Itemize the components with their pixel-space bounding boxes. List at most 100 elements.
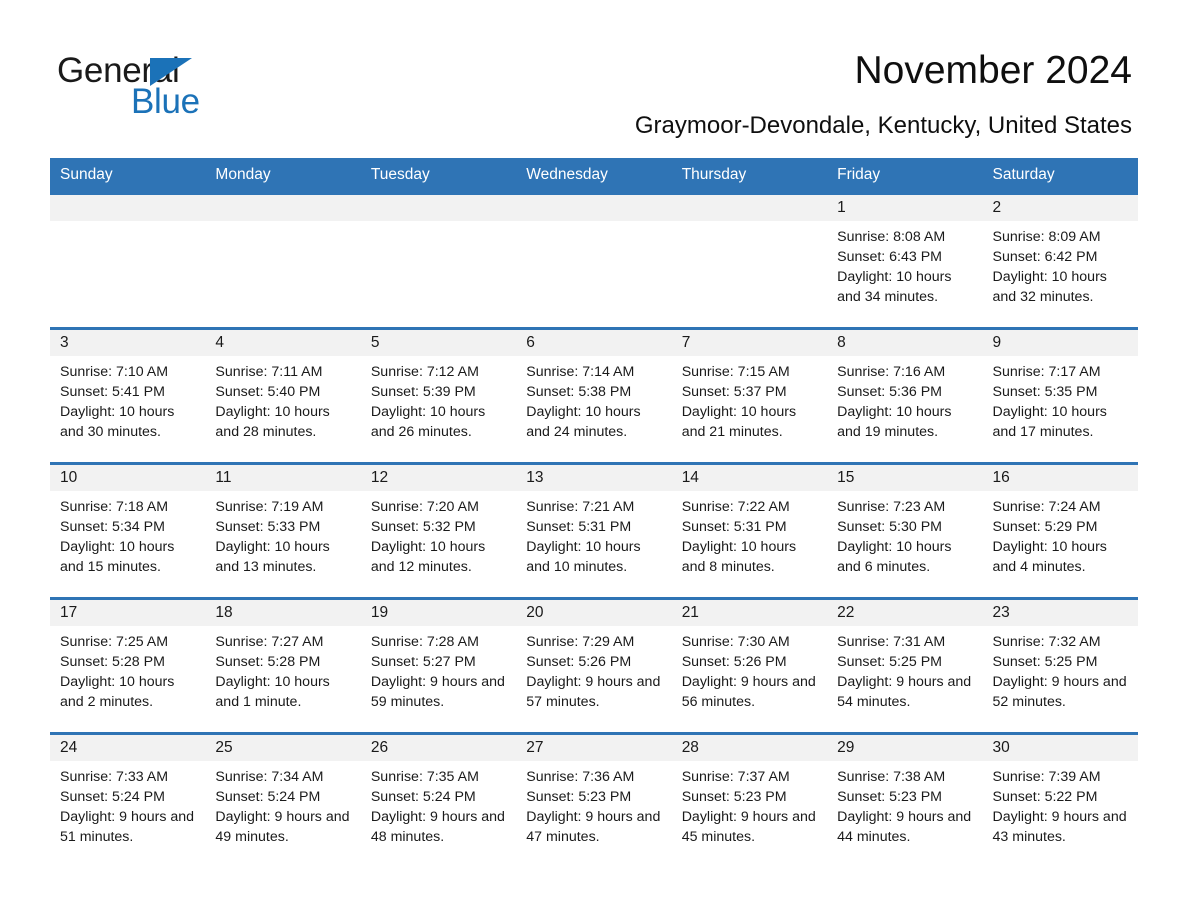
calendar-week-row: 10 Sunrise: 7:18 AM Sunset: 5:34 PM Dayligh… xyxy=(50,462,1138,599)
daylight-text: Daylight: 10 hours and 34 minutes. xyxy=(837,269,952,305)
sunrise-text: Sunrise: 7:25 AM xyxy=(60,634,169,650)
daylight-text: Daylight: 9 hours and 56 minutes. xyxy=(681,674,816,710)
day-cell[interactable] xyxy=(671,192,828,329)
sunset-text: Sunset: 5:28 PM xyxy=(60,654,165,670)
day-number: 15 xyxy=(837,469,855,486)
day-number: 24 xyxy=(60,739,78,756)
day-cell[interactable]: 2 Sunrise: 8:09 AM Sunset: 6:42 PM Daylight… xyxy=(982,192,1138,329)
sunrise-text: Sunrise: 7:10 AM xyxy=(60,364,169,380)
sunset-text: Sunset: 5:40 PM xyxy=(215,384,321,400)
daylight-text: Daylight: 10 hours and 2 minutes. xyxy=(60,674,175,710)
sunset-text: Sunset: 5:31 PM xyxy=(526,519,632,535)
day-cell[interactable]: 19 Sunrise: 7:28 AM Sunset: 5:27 PM Dayligh… xyxy=(360,597,517,734)
sunset-text: Sunset: 5:24 PM xyxy=(370,789,476,805)
day-cell[interactable]: 13 Sunrise: 7:21 AM Sunset: 5:31 PM Dayligh… xyxy=(516,462,672,599)
day-cell[interactable]: 25 Sunrise: 7:34 AM Sunset: 5:24 PM Dayligh… xyxy=(205,732,361,867)
day-number: 5 xyxy=(370,334,380,351)
day-cell[interactable]: 12 Sunrise: 7:20 AM Sunset: 5:32 PM Dayligh… xyxy=(360,462,517,599)
sunrise-text: Sunrise: 7:39 AM xyxy=(992,769,1101,785)
logo-text-blue: Blue xyxy=(131,82,200,121)
daylight-text: Daylight: 9 hours and 54 minutes. xyxy=(837,674,972,710)
daylight-text: Daylight: 9 hours and 44 minutes. xyxy=(837,809,972,845)
sunset-text: Sunset: 5:23 PM xyxy=(526,789,632,805)
sunrise-text: Sunrise: 8:08 AM xyxy=(837,229,946,245)
day-cell[interactable]: 4 Sunrise: 7:11 AM Sunset: 5:40 PM Daylight… xyxy=(205,327,361,464)
sunset-text: Sunset: 5:26 PM xyxy=(681,654,787,670)
sunset-text: Sunset: 5:32 PM xyxy=(370,519,476,535)
day-cell[interactable]: 7 Sunrise: 7:15 AM Sunset: 5:37 PM Daylight… xyxy=(671,327,828,464)
daylight-text: Daylight: 9 hours and 49 minutes. xyxy=(215,809,350,845)
sunset-text: Sunset: 5:36 PM xyxy=(837,384,942,400)
sunset-text: Sunset: 5:25 PM xyxy=(992,654,1098,670)
day-cell[interactable]: 24 Sunrise: 7:33 AM Sunset: 5:24 PM Dayligh… xyxy=(50,732,206,867)
day-cell[interactable]: 6 Sunrise: 7:14 AM Sunset: 5:38 PM Daylight… xyxy=(516,327,672,464)
daylight-text: Daylight: 9 hours and 57 minutes. xyxy=(526,674,661,710)
day-cell[interactable]: 27 Sunrise: 7:36 AM Sunset: 5:23 PM Dayligh… xyxy=(516,732,672,867)
daylight-text: Daylight: 10 hours and 10 minutes. xyxy=(526,539,641,575)
sunrise-text: Sunrise: 7:32 AM xyxy=(992,634,1101,650)
sunset-text: Sunset: 5:41 PM xyxy=(60,384,165,400)
daylight-text: Daylight: 10 hours and 15 minutes. xyxy=(60,539,175,575)
sunrise-text: Sunrise: 7:27 AM xyxy=(215,634,324,650)
day-number: 22 xyxy=(837,604,855,621)
day-cell[interactable]: 26 Sunrise: 7:35 AM Sunset: 5:24 PM Dayligh… xyxy=(360,732,517,867)
day-number: 10 xyxy=(60,469,78,486)
day-cell[interactable]: 3 Sunrise: 7:10 AM Sunset: 5:41 PM Daylight… xyxy=(50,327,206,464)
day-number: 19 xyxy=(370,604,389,621)
day-number: 23 xyxy=(992,604,1010,621)
day-cell[interactable]: 28 Sunrise: 7:37 AM Sunset: 5:23 PM Dayligh… xyxy=(671,732,828,867)
sunrise-text: Sunrise: 7:15 AM xyxy=(681,364,790,380)
day-number: 2 xyxy=(992,199,1002,216)
sunrise-text: Sunrise: 7:33 AM xyxy=(60,769,169,785)
sunrise-text: Sunrise: 7:37 AM xyxy=(681,769,790,785)
day-cell[interactable]: 22 Sunrise: 7:31 AM Sunset: 5:25 PM Dayligh… xyxy=(827,597,983,734)
day-cell[interactable]: 9 Sunrise: 7:17 AM Sunset: 5:35 PM Daylight… xyxy=(982,327,1138,464)
daylight-text: Daylight: 9 hours and 51 minutes. xyxy=(60,809,195,845)
daylight-text: Daylight: 10 hours and 17 minutes. xyxy=(992,404,1107,440)
calendar-body: 1 Sunrise: 8:08 AM Sunset: 6:43 PM Daylight… xyxy=(50,192,1138,867)
day-cell[interactable] xyxy=(360,192,517,329)
day-cell[interactable]: 16 Sunrise: 7:24 AM Sunset: 5:29 PM Dayligh… xyxy=(982,462,1138,599)
day-cell[interactable]: 10 Sunrise: 7:18 AM Sunset: 5:34 PM Dayligh… xyxy=(50,462,206,599)
sunrise-text: Sunrise: 7:19 AM xyxy=(215,499,324,515)
day-number: 17 xyxy=(60,604,78,621)
weekday-header-sunday: Sunday xyxy=(50,158,206,194)
sunrise-text: Sunrise: 7:14 AM xyxy=(526,364,635,380)
day-number: 16 xyxy=(992,469,1010,486)
day-cell[interactable]: 20 Sunrise: 7:29 AM Sunset: 5:26 PM Dayligh… xyxy=(516,597,672,734)
day-number: 30 xyxy=(992,739,1010,756)
day-cell[interactable]: 11 Sunrise: 7:19 AM Sunset: 5:33 PM Dayligh… xyxy=(205,462,361,599)
weekday-header-thursday: Thursday xyxy=(671,158,828,194)
daylight-text: Daylight: 10 hours and 6 minutes. xyxy=(837,539,952,575)
daylight-text: Daylight: 10 hours and 30 minutes. xyxy=(60,404,175,440)
page-header: General Blue November 2024 Graymoor-Devo… xyxy=(0,0,1188,158)
page-subtitle: Graymoor-Devondale, Kentucky, United Sta… xyxy=(634,112,1132,139)
sunset-text: Sunset: 6:42 PM xyxy=(992,249,1098,265)
sunset-text: Sunset: 5:26 PM xyxy=(526,654,632,670)
day-cell[interactable]: 17 Sunrise: 7:25 AM Sunset: 5:28 PM Dayligh… xyxy=(50,597,206,734)
sunrise-text: Sunrise: 7:34 AM xyxy=(215,769,324,785)
day-cell[interactable]: 30 Sunrise: 7:39 AM Sunset: 5:22 PM Dayligh… xyxy=(982,732,1138,867)
daylight-text: Daylight: 9 hours and 45 minutes. xyxy=(681,809,816,845)
calendar-week-row: 24 Sunrise: 7:33 AM Sunset: 5:24 PM Dayligh… xyxy=(50,732,1138,867)
day-cell[interactable]: 23 Sunrise: 7:32 AM Sunset: 5:25 PM Dayligh… xyxy=(982,597,1138,734)
sunrise-text: Sunrise: 7:17 AM xyxy=(992,364,1101,380)
day-cell[interactable]: 29 Sunrise: 7:38 AM Sunset: 5:23 PM Dayligh… xyxy=(827,732,983,867)
day-cell[interactable]: 8 Sunrise: 7:16 AM Sunset: 5:36 PM Daylight… xyxy=(827,327,983,464)
day-cell[interactable] xyxy=(205,192,361,329)
day-cell[interactable] xyxy=(516,192,672,329)
sunset-text: Sunset: 5:22 PM xyxy=(992,789,1098,805)
day-number: 3 xyxy=(60,334,69,351)
day-cell[interactable]: 21 Sunrise: 7:30 AM Sunset: 5:26 PM Dayligh… xyxy=(671,597,828,734)
day-cell[interactable]: 14 Sunrise: 7:22 AM Sunset: 5:31 PM Dayligh… xyxy=(671,462,828,599)
sunset-text: Sunset: 5:24 PM xyxy=(215,789,321,805)
day-cell[interactable]: 18 Sunrise: 7:27 AM Sunset: 5:28 PM Dayligh… xyxy=(205,597,361,734)
day-cell[interactable]: 15 Sunrise: 7:23 AM Sunset: 5:30 PM Dayligh… xyxy=(827,462,983,599)
daylight-text: Daylight: 10 hours and 19 minutes. xyxy=(837,404,952,440)
day-cell[interactable]: 5 Sunrise: 7:12 AM Sunset: 5:39 PM Daylight… xyxy=(360,327,517,464)
day-cell[interactable] xyxy=(50,192,206,329)
day-number: 11 xyxy=(215,469,232,486)
daylight-text: Daylight: 9 hours and 47 minutes. xyxy=(526,809,661,845)
day-cell[interactable]: 1 Sunrise: 8:08 AM Sunset: 6:43 PM Daylight… xyxy=(827,192,983,329)
weekday-header-wednesday: Wednesday xyxy=(516,158,672,194)
